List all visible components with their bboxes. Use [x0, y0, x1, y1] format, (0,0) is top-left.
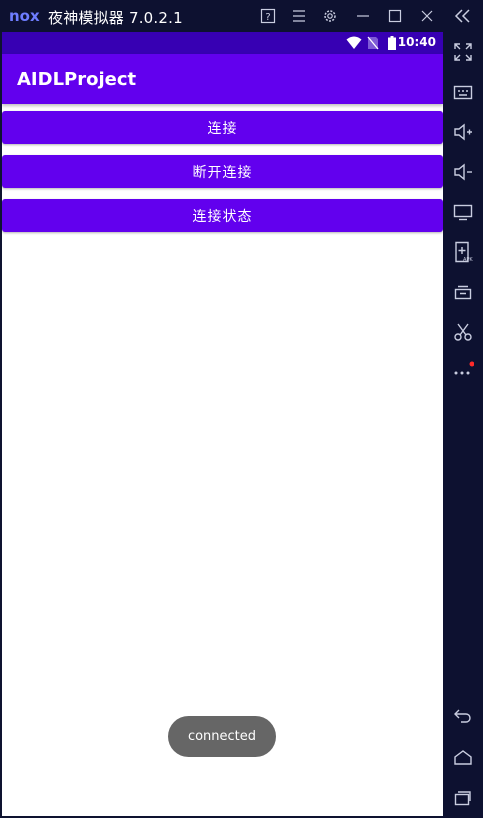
app-bar: AIDLProject — [2, 54, 443, 104]
close-icon[interactable] — [417, 6, 437, 26]
wifi-icon — [346, 36, 362, 49]
maximize-icon[interactable] — [385, 6, 405, 26]
window-title: 夜神模拟器 7.0.2.1 — [48, 9, 183, 27]
status-bar: 10:40 — [2, 32, 443, 54]
home-icon[interactable] — [451, 746, 475, 770]
scissors-icon[interactable] — [451, 320, 475, 344]
volume-down-icon[interactable] — [451, 160, 475, 184]
emulator-side-toolbar: APK — [443, 0, 483, 818]
keyboard-icon[interactable] — [451, 80, 475, 104]
menu-icon[interactable] — [289, 6, 309, 26]
toast-message: connected — [168, 716, 276, 757]
multi-instance-icon[interactable] — [451, 280, 475, 304]
phone-screen: 10:40 AIDLProject 连接 断开连接 连接状态 connected — [2, 32, 443, 816]
settings-icon[interactable] — [320, 6, 340, 26]
volume-up-icon[interactable] — [451, 120, 475, 144]
connect-button[interactable]: 连接 — [2, 111, 443, 144]
disconnect-button[interactable]: 断开连接 — [2, 155, 443, 188]
battery-icon — [388, 36, 396, 50]
back-icon[interactable] — [451, 704, 475, 728]
recents-icon[interactable] — [451, 786, 475, 810]
help-icon[interactable]: ? — [258, 6, 278, 26]
double-chevron-left-icon[interactable] — [451, 4, 475, 28]
svg-text:?: ? — [265, 12, 270, 23]
app-title: AIDLProject — [17, 69, 137, 90]
more-icon[interactable] — [451, 358, 475, 382]
no-sim-icon — [367, 36, 379, 50]
fullscreen-icon[interactable] — [451, 40, 475, 64]
install-apk-icon[interactable]: APK — [451, 240, 475, 264]
emulator-title-bar: nox 夜神模拟器 7.0.2.1 ? — [0, 0, 443, 32]
screen-icon[interactable] — [451, 200, 475, 224]
connection-status-button[interactable]: 连接状态 — [2, 199, 443, 232]
status-clock: 10:40 — [397, 35, 436, 49]
svg-text:APK: APK — [463, 257, 473, 263]
nox-logo: nox — [9, 7, 40, 25]
minimize-icon[interactable] — [353, 6, 373, 26]
svg-text:nox: nox — [9, 7, 40, 25]
